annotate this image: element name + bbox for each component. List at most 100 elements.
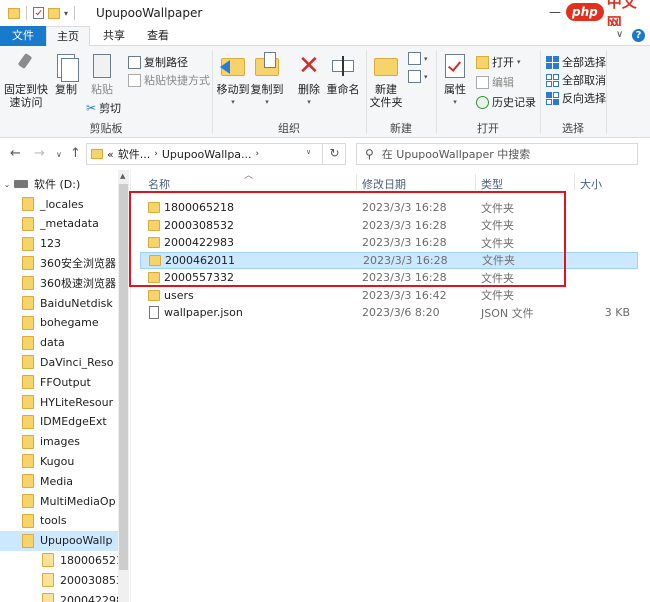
- column-header-type[interactable]: 类型: [481, 176, 503, 192]
- tree-item[interactable]: bohegame: [0, 313, 118, 333]
- copy-path-icon: [128, 55, 141, 69]
- column-header-date[interactable]: 修改日期: [362, 176, 406, 192]
- tree-scrollbar[interactable]: ▲: [118, 170, 129, 602]
- file-name: 2000422983: [164, 236, 234, 249]
- tree-item[interactable]: IDMEdgeExt: [0, 412, 118, 432]
- tree-item-label: 123: [40, 237, 61, 251]
- up-arrow-icon[interactable]: ↑: [70, 146, 81, 161]
- easy-access-button[interactable]: ▾: [408, 70, 428, 83]
- select-all-button[interactable]: 全部选择: [546, 54, 606, 70]
- tree-item[interactable]: 360安全浏览器: [0, 253, 118, 273]
- chevron-down-icon[interactable]: ∨: [616, 29, 623, 40]
- tree-item[interactable]: UpupooWallp: [0, 530, 118, 551]
- folder-icon: [22, 375, 34, 390]
- tab-view[interactable]: 查看: [136, 26, 180, 46]
- forward-arrow-icon[interactable]: →: [34, 146, 45, 161]
- folder-icon: [22, 434, 34, 449]
- pin-quick-access-button[interactable]: 固定到快 速访问: [4, 52, 48, 109]
- address-dropdown-icon[interactable]: ∨: [306, 148, 311, 156]
- folder-icon: [148, 202, 160, 213]
- tree-item[interactable]: DaVinci_Reso: [0, 352, 118, 372]
- chevron-down-icon[interactable]: ⌄: [0, 180, 14, 189]
- new-folder-button[interactable]: 新建 文件夹: [368, 52, 404, 109]
- select-group-label: 选择: [562, 122, 584, 135]
- cut-button[interactable]: ✂ 剪切: [86, 100, 121, 116]
- tree-item[interactable]: BaiduNetdisk: [0, 293, 118, 313]
- tree-item[interactable]: _metadata: [0, 214, 118, 234]
- tree-item[interactable]: 123: [0, 234, 118, 254]
- new-item-icon: [408, 52, 421, 65]
- column-header-size[interactable]: 大小: [580, 176, 602, 192]
- tree-item-label: 1800065218: [60, 553, 118, 567]
- tree-item[interactable]: _locales: [0, 194, 118, 214]
- properties-check-icon[interactable]: [33, 7, 44, 19]
- new-item-button[interactable]: ▾: [408, 52, 428, 65]
- chevron-right-icon[interactable]: ›: [256, 149, 260, 159]
- folder-icon: [148, 289, 160, 301]
- tree-item[interactable]: Media: [0, 471, 118, 491]
- copy-to-button[interactable]: 复制到 ▾: [250, 52, 284, 109]
- open-button[interactable]: 打开 ▾: [476, 54, 521, 70]
- file-row[interactable]: 2000462011 2023/3/3 16:28 文件夹: [140, 251, 638, 269]
- clipboard-group-label: 剪贴板: [89, 122, 123, 135]
- tree-child-item[interactable]: 1800065218: [0, 550, 118, 570]
- search-box[interactable]: ⚲ 在 UpupooWallpaper 中搜索: [356, 143, 638, 165]
- edit-icon: [476, 75, 489, 89]
- folder-icon: [22, 276, 34, 291]
- help-icon[interactable]: ?: [632, 29, 645, 42]
- tree-child-item[interactable]: 2000308532: [0, 570, 118, 590]
- file-name: 2000557332: [164, 271, 234, 284]
- history-button[interactable]: 历史记录: [476, 94, 536, 110]
- copy-button[interactable]: 复制: [50, 52, 82, 96]
- edit-button[interactable]: 编辑: [476, 74, 514, 90]
- select-none-button[interactable]: 全部取消: [546, 72, 606, 88]
- customize-qat-icon[interactable]: ▾: [64, 9, 68, 18]
- paste-button[interactable]: 粘贴: [86, 52, 118, 96]
- refresh-icon[interactable]: ↻: [322, 143, 346, 165]
- path-overflow[interactable]: «: [107, 148, 114, 161]
- tree-drive-d[interactable]: ⌄ 软件 (D:): [0, 174, 118, 194]
- properties-button[interactable]: 属性 ▾: [440, 52, 470, 109]
- move-to-button[interactable]: 移动到 ▾: [216, 52, 250, 109]
- tree-child-item[interactable]: 2000422983: [0, 590, 118, 602]
- paste-shortcut-button[interactable]: 粘贴快捷方式: [128, 72, 210, 88]
- breadcrumb-software[interactable]: 软件...: [118, 146, 151, 162]
- breadcrumb-upupoo[interactable]: UpupooWallpa...: [162, 148, 252, 161]
- tab-file[interactable]: 文件: [0, 26, 46, 46]
- tree-item-label: Media: [40, 474, 74, 488]
- delete-button[interactable]: ✕ 删除 ▾: [294, 52, 324, 109]
- file-row[interactable]: 2000308532 2023/3/3 16:28 文件夹: [140, 217, 638, 234]
- file-row[interactable]: 2000557332 2023/3/3 16:28 文件夹: [140, 269, 638, 286]
- tree-item[interactable]: FFOutput: [0, 372, 118, 392]
- column-header-name[interactable]: 名称: [148, 176, 170, 192]
- tab-share[interactable]: 共享: [92, 26, 136, 46]
- tree-item[interactable]: HYLiteResour: [0, 392, 118, 412]
- invert-selection-button[interactable]: 反向选择: [546, 90, 606, 106]
- window-title: UpupooWallpaper: [96, 6, 203, 20]
- rename-button[interactable]: 重命名: [326, 52, 360, 96]
- tree-item[interactable]: Kugou: [0, 451, 118, 471]
- new-folder-qat-icon[interactable]: [48, 7, 60, 19]
- file-type: 文件夹: [481, 271, 514, 285]
- tree-item[interactable]: MultiMediaOp: [0, 491, 118, 511]
- tab-home[interactable]: 主页: [46, 26, 90, 47]
- file-row[interactable]: wallpaper.json 2023/3/6 8:20 JSON 文件 3 KB: [140, 304, 638, 321]
- tree-item-label: MultiMediaOp: [40, 494, 116, 508]
- folder-icon: [148, 272, 160, 283]
- open-folder-icon: [476, 55, 489, 69]
- file-explorer-window: ▾ UpupooWallpaper — php 中文网 文件 主页 共享 查看 …: [0, 0, 650, 602]
- back-arrow-icon[interactable]: ←: [10, 146, 21, 161]
- tree-item[interactable]: images: [0, 432, 118, 452]
- tree-item[interactable]: tools: [0, 511, 118, 531]
- tree-item[interactable]: data: [0, 333, 118, 353]
- scroll-up-icon[interactable]: ▲: [120, 172, 125, 180]
- copy-path-button[interactable]: 复制路径: [128, 54, 188, 70]
- file-row[interactable]: 2000422983 2023/3/3 16:28 文件夹: [140, 234, 638, 251]
- file-row[interactable]: users 2023/3/3 16:42 文件夹: [140, 287, 638, 304]
- recent-locations-chevron-icon[interactable]: ∨: [56, 150, 62, 159]
- file-row[interactable]: 1800065218 2023/3/3 16:28 文件夹: [140, 199, 638, 216]
- scrollbar-thumb[interactable]: [119, 184, 128, 570]
- tree-item-label: images: [40, 435, 80, 449]
- tree-item[interactable]: 360极速浏览器: [0, 273, 118, 293]
- chevron-right-icon[interactable]: ›: [154, 149, 158, 159]
